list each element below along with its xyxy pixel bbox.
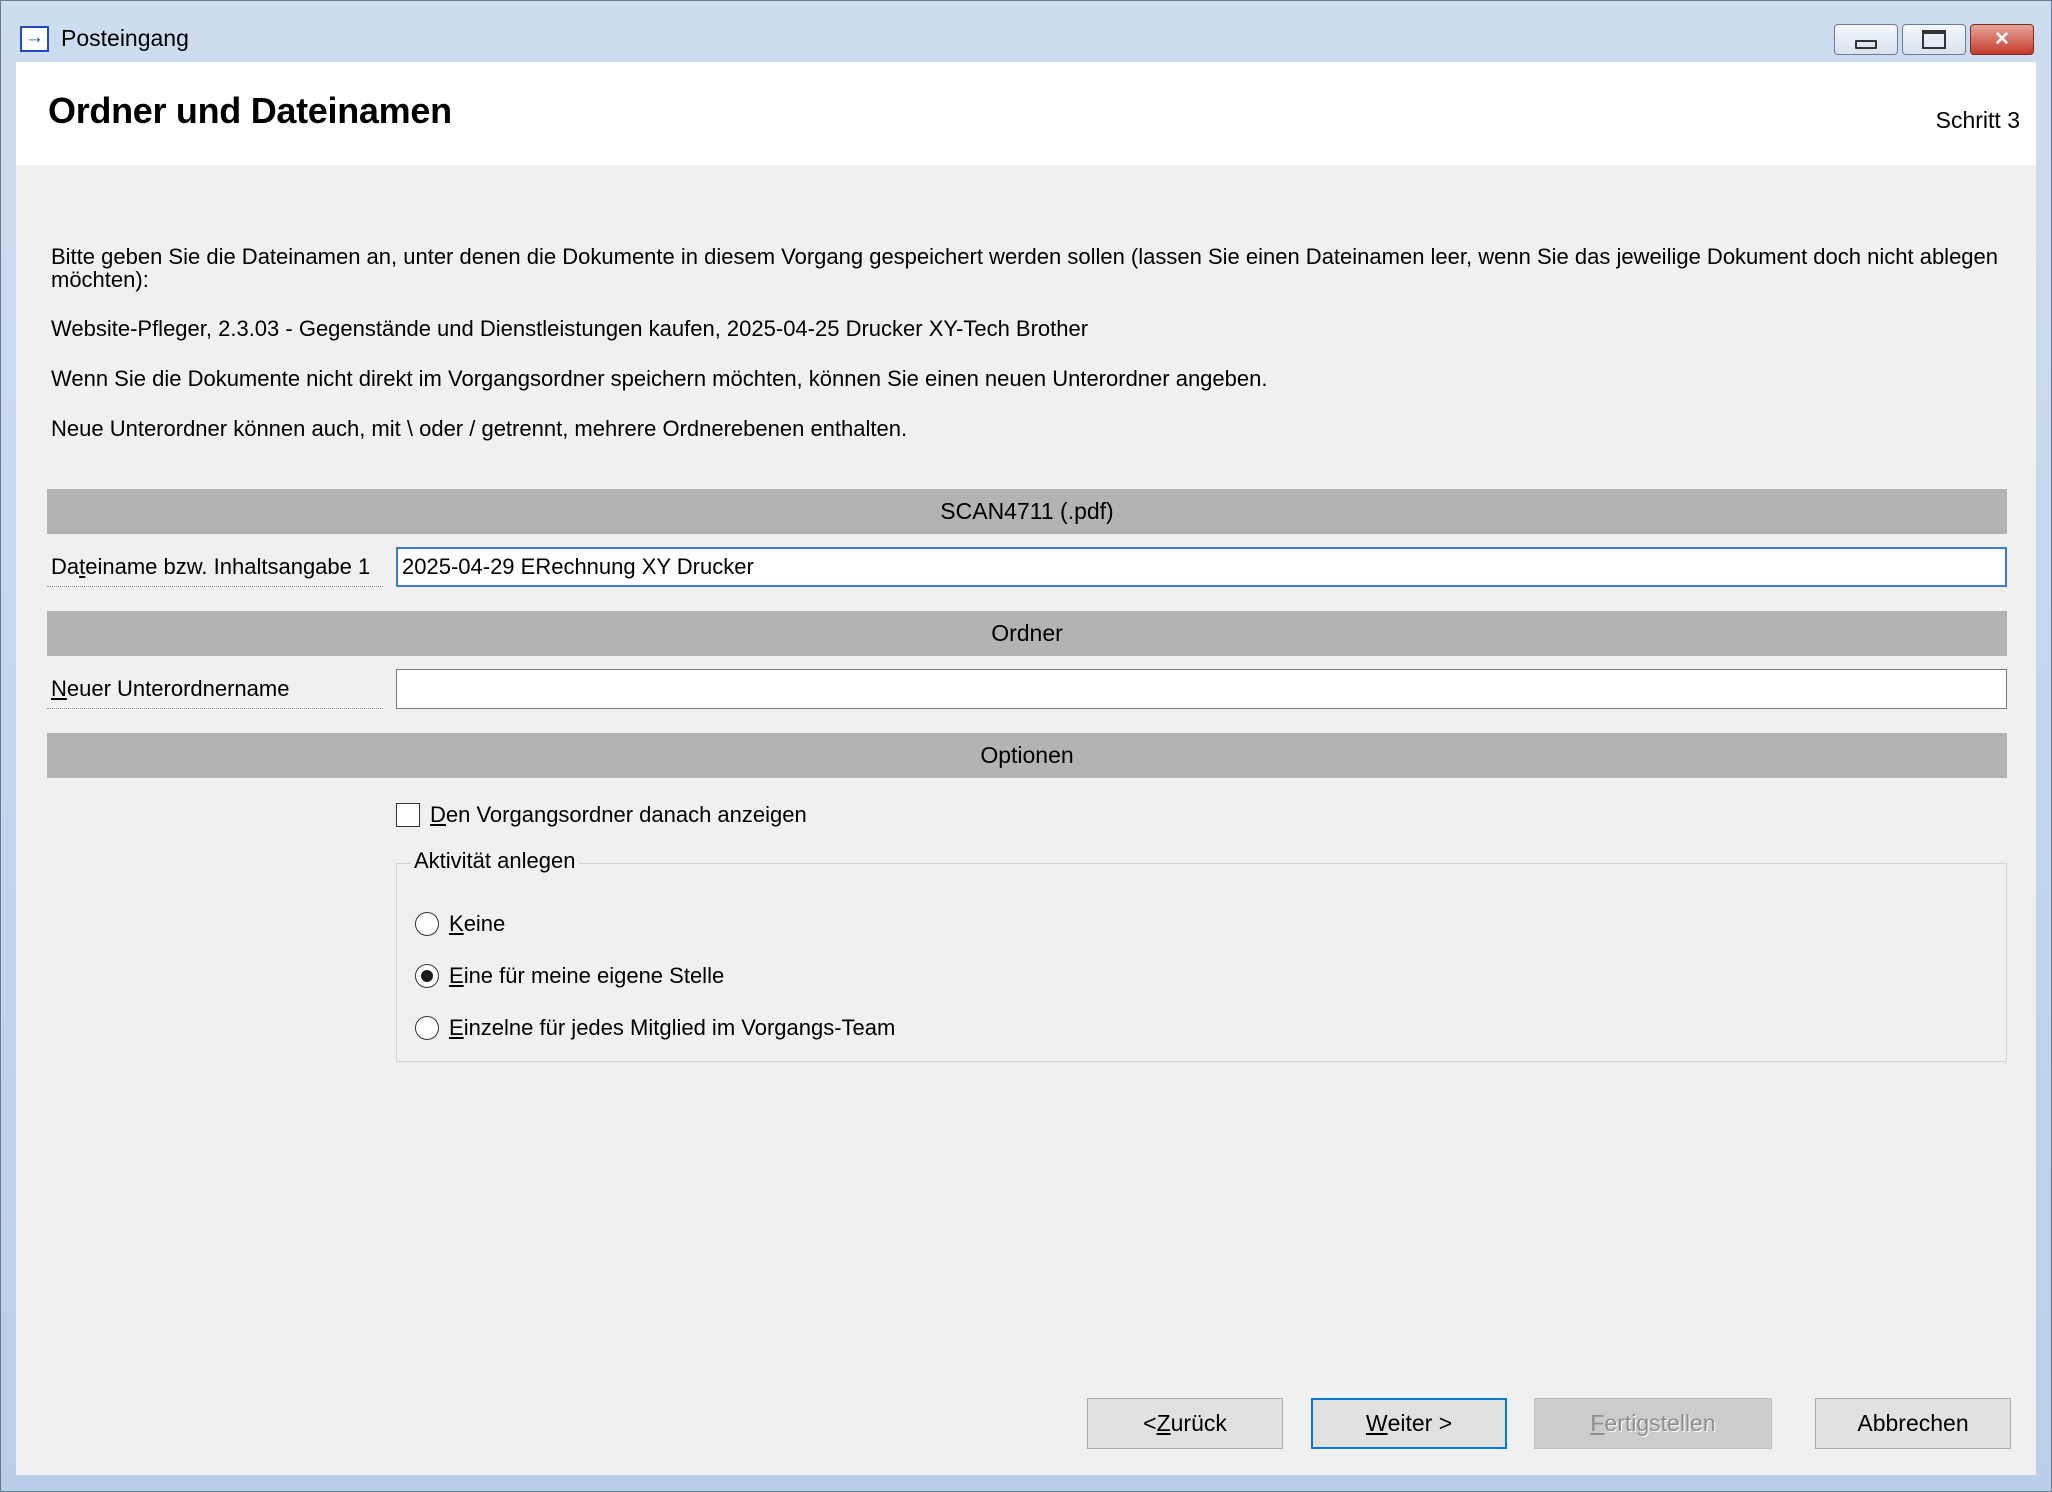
section-header-folder: Ordner	[47, 611, 2007, 656]
radio-label[interactable]: Einzelne für jedes Mitglied im Vorgangs-…	[449, 1015, 895, 1041]
next-button[interactable]: Weiter >	[1311, 1398, 1507, 1449]
section-header-options: Optionen	[47, 733, 2007, 778]
intro-text-subfolder: Wenn Sie die Dokumente nicht direkt im V…	[51, 366, 1268, 391]
process-path-text: Website-Pfleger, 2.3.03 - Gegenstände un…	[51, 316, 1089, 341]
radio-option-none[interactable]: Keine	[415, 909, 505, 939]
section-header-file: SCAN4711 (.pdf)	[47, 489, 2007, 534]
filename-label: Dateiname bzw. Inhaltsangabe 1	[47, 547, 383, 587]
step-indicator: Schritt 3	[1935, 107, 2020, 133]
radio-button[interactable]	[415, 912, 439, 936]
close-icon: ✕	[1994, 29, 2010, 50]
wizard-header: Ordner und Dateinamen Schritt 3	[16, 62, 2036, 165]
minimize-icon	[1855, 40, 1877, 49]
radio-button[interactable]	[415, 964, 439, 988]
inbox-arrow-icon: →	[20, 26, 49, 52]
intro-text-filenames: Bitte geben Sie die Dateinamen an, unter…	[51, 244, 1999, 292]
back-button[interactable]: < Zurück	[1087, 1398, 1283, 1449]
activity-groupbox: Aktivität anlegen Keine Eine für meine e…	[396, 848, 2007, 1062]
show-folder-checkbox[interactable]	[396, 803, 420, 827]
show-folder-label[interactable]: Den Vorgangsordner danach anzeigen	[430, 802, 807, 828]
wizard-client-area: Ordner und Dateinamen Schritt 3 Bitte ge…	[16, 62, 2036, 1475]
subfolder-label: Neuer Unterordnername	[47, 669, 383, 709]
radio-label[interactable]: Eine für meine eigene Stelle	[449, 963, 724, 989]
finish-button: Fertigstellen	[1534, 1398, 1772, 1449]
wizard-window: → Posteingang ✕ Ordner und Dateinamen Sc…	[0, 0, 2052, 1492]
maximize-icon	[1922, 30, 1946, 49]
radio-option-each-member[interactable]: Einzelne für jedes Mitglied im Vorgangs-…	[415, 1013, 895, 1043]
cancel-button[interactable]: Abbrechen	[1815, 1398, 2011, 1449]
intro-text-folder-levels: Neue Unterordner können auch, mit \ oder…	[51, 416, 908, 441]
maximize-button[interactable]	[1902, 24, 1966, 55]
page-title: Ordner und Dateinamen	[48, 90, 452, 131]
window-title: Posteingang	[61, 25, 189, 51]
show-folder-option[interactable]: Den Vorgangsordner danach anzeigen	[396, 800, 807, 830]
subfolder-input[interactable]	[396, 669, 2007, 709]
radio-option-own-unit[interactable]: Eine für meine eigene Stelle	[415, 961, 724, 991]
close-button[interactable]: ✕	[1970, 24, 2034, 55]
minimize-button[interactable]	[1834, 24, 1898, 55]
radio-selected-dot	[421, 970, 433, 982]
radio-label[interactable]: Keine	[449, 911, 505, 937]
activity-group-label: Aktivität anlegen	[411, 848, 579, 874]
title-bar[interactable]: → Posteingang ✕	[1, 1, 2051, 62]
radio-button[interactable]	[415, 1016, 439, 1040]
filename-input[interactable]	[396, 547, 2007, 587]
